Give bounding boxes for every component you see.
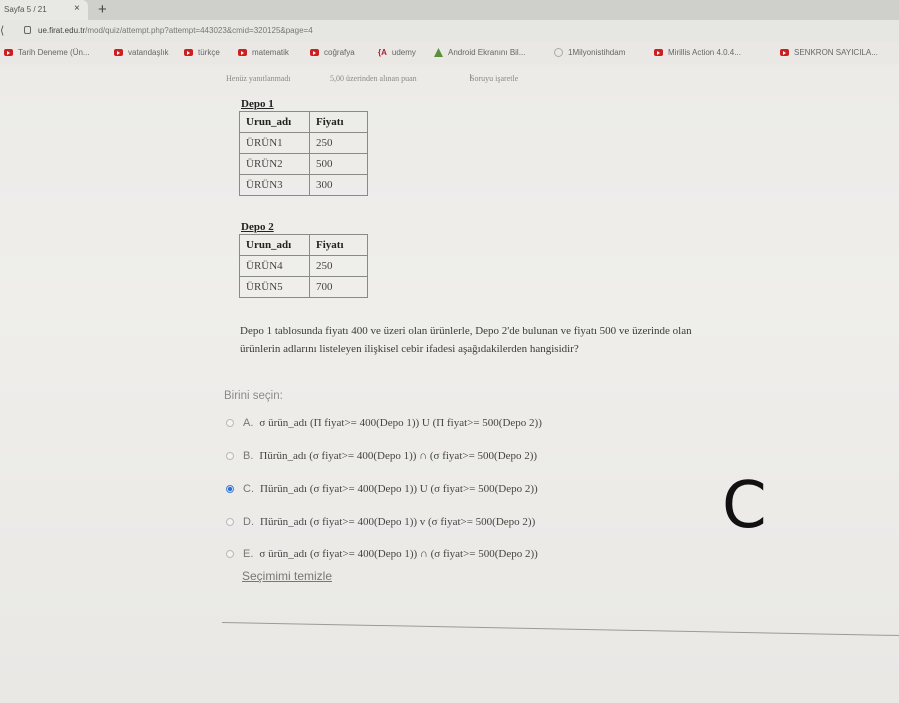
youtube-icon — [114, 49, 123, 56]
back-icon[interactable]: ⟨ — [0, 24, 4, 37]
radio-button[interactable] — [226, 550, 234, 558]
radio-button[interactable] — [226, 452, 234, 460]
udemy-icon: {A — [378, 48, 387, 57]
question-status: Henüz yanıtlanmadı — [226, 74, 291, 83]
youtube-icon — [310, 49, 319, 56]
question-points: 5,00 üzerinden alınan puan — [330, 74, 417, 83]
bookmark-item[interactable]: {A udemy — [378, 48, 416, 57]
depo2-table: Urun_adı Fiyatı ÜRÜN4 250 ÜRÜN5 700 — [239, 234, 368, 298]
bookmark-item[interactable]: Tarih Deneme (Ün... — [4, 48, 90, 57]
browser-tab-bar: Sayfa 5 / 21 × + — [0, 0, 899, 20]
option-b[interactable]: B. Πürün_adı (σ fiyat>= 400(Depo 1)) ∩ (… — [226, 447, 537, 465]
bookmarks-bar: Tarih Deneme (Ün... vatandaşlık türkçe m… — [0, 42, 899, 64]
option-a[interactable]: A. σ ürün_adı (Π fiyat>= 400(Depo 1)) U … — [226, 414, 542, 432]
clear-choice-link[interactable]: Seçimimi temizle — [242, 569, 332, 583]
handwritten-answer: C — [722, 469, 767, 543]
table-row: ÜRÜN3 300 — [239, 174, 368, 196]
option-c[interactable]: C. Πürün_adı (σ fiyat>= 400(Depo 1)) U (… — [226, 480, 538, 498]
table-cell: ÜRÜN5 — [239, 276, 310, 298]
column-header: Fiyatı — [309, 234, 368, 256]
choose-one-prompt: Birini seçin: — [224, 390, 283, 402]
depo2-title: Depo 2 — [241, 221, 274, 233]
bookmark-item[interactable]: 1Milyonistihdam — [554, 48, 625, 57]
url-host: ue.firat.edu.tr — [38, 26, 86, 35]
table-cell: 250 — [309, 255, 368, 277]
option-expression: Πürün_adı (σ fiyat>= 400(Depo 1)) v (σ f… — [260, 516, 536, 528]
question-line: Depo 1 tablosunda fiyatı 400 ve üzeri ol… — [240, 325, 692, 337]
option-e[interactable]: E. σ ürün_adı (σ fiyat>= 400(Depo 1)) ∩ … — [226, 545, 538, 563]
table-header-row: Urun_adı Fiyatı — [239, 111, 368, 133]
table-cell: 250 — [309, 132, 368, 154]
url-field[interactable]: ue.firat.edu.tr/mod/quiz/attempt.php?att… — [38, 26, 313, 35]
bookmark-label: türkçe — [198, 48, 220, 57]
option-letter: D. — [243, 516, 254, 528]
table-cell: 500 — [309, 153, 368, 175]
option-letter: A. — [243, 417, 254, 429]
question-text: Depo 1 tablosunda fiyatı 400 ve üzeri ol… — [240, 322, 840, 358]
question-line: ürünlerin adlarını listeleyen ilişkisel … — [240, 343, 579, 355]
depo1-title: Depo 1 — [241, 98, 274, 110]
globe-icon — [554, 48, 563, 57]
table-cell: ÜRÜN4 — [239, 255, 310, 277]
close-icon[interactable]: × — [74, 3, 80, 14]
table-row: ÜRÜN5 700 — [239, 276, 368, 298]
depo1-table: Urun_adı Fiyatı ÜRÜN1 250 ÜRÜN2 500 ÜRÜN… — [239, 111, 368, 196]
option-d[interactable]: D. Πürün_adı (σ fiyat>= 400(Depo 1)) v (… — [226, 513, 535, 531]
bookmark-item[interactable]: coğrafya — [310, 48, 355, 57]
option-expression: Πürün_adı (σ fiyat>= 400(Depo 1)) ∩ (σ f… — [259, 450, 538, 462]
table-cell: 700 — [309, 276, 368, 298]
table-cell: ÜRÜN1 — [239, 132, 310, 154]
radio-button-selected[interactable] — [226, 485, 234, 493]
youtube-icon — [184, 49, 193, 56]
bookmark-item[interactable]: Android Ekranını Bil... — [434, 48, 525, 57]
youtube-icon — [238, 49, 247, 56]
option-expression: σ ürün_adı (Π fiyat>= 400(Depo 1)) U (Π … — [259, 417, 542, 429]
option-expression: σ ürün_adı (σ fiyat>= 400(Depo 1)) ∩ (σ … — [259, 548, 538, 560]
youtube-icon — [4, 49, 13, 56]
address-bar: ⟨ ue.firat.edu.tr/mod/quiz/attempt.php?a… — [0, 20, 899, 42]
browser-tab[interactable]: Sayfa 5 / 21 × — [0, 0, 88, 20]
table-cell: 300 — [309, 174, 368, 196]
youtube-icon — [780, 49, 789, 56]
radio-button[interactable] — [226, 518, 234, 526]
bookmark-label: SENKRON SAYICILA... — [794, 48, 878, 57]
bookmark-label: Android Ekranını Bil... — [448, 48, 526, 57]
table-cell: ÜRÜN2 — [239, 153, 310, 175]
bookmark-item[interactable]: SENKRON SAYICILA... — [780, 48, 878, 57]
youtube-icon — [654, 49, 663, 56]
option-expression: Πürün_adı (σ fiyat>= 400(Depo 1)) U (σ f… — [260, 483, 538, 495]
table-row: ÜRÜN4 250 — [239, 255, 368, 277]
bookmark-label: 1Milyonistihdam — [568, 48, 626, 57]
bookmark-item[interactable]: Mirillis Action 4.0.4... — [654, 48, 741, 57]
bookmark-label: udemy — [391, 48, 416, 57]
bookmark-label: Tarih Deneme (Ün... — [18, 48, 90, 57]
table-cell: ÜRÜN3 — [239, 174, 310, 196]
option-letter: B. — [243, 450, 254, 462]
radio-button[interactable] — [226, 419, 234, 427]
table-header-row: Urun_adı Fiyatı — [239, 234, 368, 256]
column-header: Fiyatı — [309, 111, 368, 133]
tab-title: Sayfa 5 / 21 — [4, 5, 47, 14]
column-header: Urun_adı — [239, 234, 310, 256]
divider — [221, 622, 899, 637]
option-letter: C. — [243, 483, 254, 495]
table-row: ÜRÜN1 250 — [239, 132, 368, 154]
bookmark-item[interactable]: türkçe — [184, 48, 220, 57]
flag-label: Soruyu işaretle — [470, 74, 519, 83]
bookmark-label: coğrafya — [324, 48, 355, 57]
column-header: Urun_adı — [239, 111, 310, 133]
url-path: /mod/quiz/attempt.php?attempt=443023&cmi… — [85, 26, 313, 35]
bookmark-label: Mirillis Action 4.0.4... — [668, 48, 741, 57]
bookmark-label: matematik — [252, 48, 289, 57]
new-tab-button[interactable]: + — [98, 1, 107, 18]
lock-icon — [24, 26, 31, 34]
table-row: ÜRÜN2 500 — [239, 153, 368, 175]
bookmark-item[interactable]: vatandaşlık — [114, 48, 168, 57]
bookmark-item[interactable]: matematik — [238, 48, 289, 57]
option-letter: E. — [243, 548, 254, 560]
bookmark-label: vatandaşlık — [128, 48, 169, 57]
android-icon — [434, 48, 443, 57]
